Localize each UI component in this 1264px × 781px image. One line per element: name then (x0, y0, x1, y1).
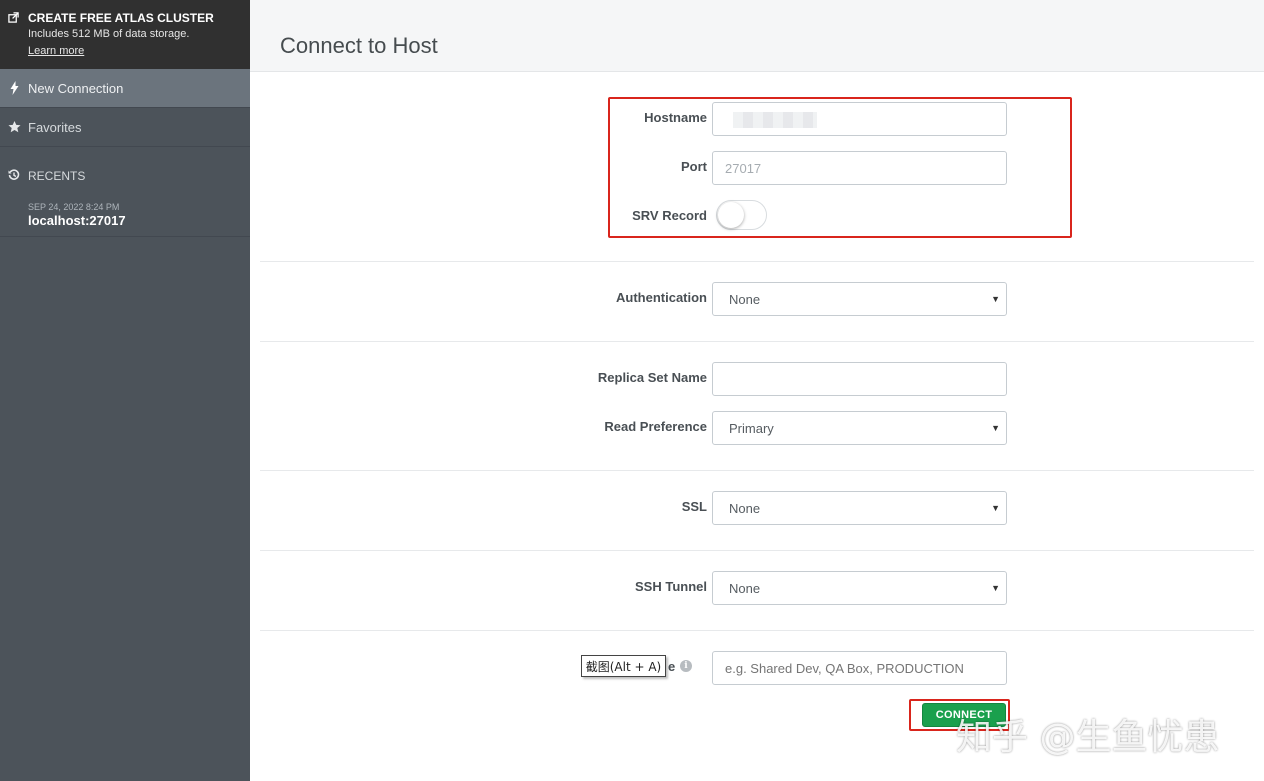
replica-set-label: Replica Set Name (597, 370, 707, 385)
recents-section: RECENTS SEP 24, 2022 8:24 PM localhost:2… (0, 147, 250, 237)
atlas-promo[interactable]: CREATE FREE ATLAS CLUSTER Includes 512 M… (0, 0, 250, 69)
divider (260, 261, 1254, 262)
read-preference-label: Read Preference (604, 419, 707, 434)
caret-down-icon: ▼ (991, 294, 1000, 304)
caret-down-icon: ▼ (991, 583, 1000, 593)
authentication-select[interactable]: None ▼ (712, 282, 1007, 316)
star-icon (8, 120, 21, 133)
ssh-tunnel-select[interactable]: None ▼ (712, 571, 1007, 605)
divider (260, 341, 1254, 342)
caret-down-icon: ▼ (991, 503, 1000, 513)
divider (260, 550, 1254, 551)
toggle-knob (718, 202, 744, 228)
port-input[interactable]: 27017 (712, 151, 1007, 185)
lightning-icon (10, 81, 19, 95)
divider (260, 630, 1254, 631)
ssl-value: None (729, 500, 761, 516)
read-preference-value: Primary (729, 420, 774, 436)
read-preference-select[interactable]: Primary ▼ (712, 411, 1007, 445)
atlas-subtitle: Includes 512 MB of data storage. (28, 28, 190, 40)
ssl-select[interactable]: None ▼ (712, 491, 1007, 525)
nav-favorites[interactable]: Favorites (0, 108, 250, 147)
hostname-redacted (733, 112, 817, 128)
ssh-tunnel-label: SSH Tunnel (635, 579, 707, 594)
connect-button[interactable]: CONNECT (922, 703, 1006, 727)
authentication-label: Authentication (616, 290, 707, 305)
recent-host[interactable]: localhost:27017 (28, 213, 126, 228)
recents-title: RECENTS (28, 169, 86, 183)
nav-favorites-label: Favorites (28, 120, 82, 135)
authentication-value: None (729, 291, 761, 307)
atlas-title[interactable]: CREATE FREE ATLAS CLUSTER (28, 11, 214, 25)
srv-record-toggle[interactable] (716, 200, 767, 230)
replica-set-input[interactable] (712, 362, 1007, 396)
history-icon (8, 169, 20, 180)
port-label: Port (681, 159, 707, 174)
hostname-input[interactable] (712, 102, 1007, 136)
page-title: Connect to Host (280, 33, 438, 58)
sidebar: CREATE FREE ATLAS CLUSTER Includes 512 M… (0, 0, 250, 781)
learn-more-link[interactable]: Learn more (28, 45, 84, 57)
divider (260, 470, 1254, 471)
ssh-tunnel-value: None (729, 580, 761, 596)
nav-new-connection-label: New Connection (28, 81, 124, 96)
hostname-label: Hostname (644, 110, 707, 125)
ssl-label: SSL (681, 499, 707, 514)
recent-date: SEP 24, 2022 8:24 PM (28, 202, 120, 212)
header: Connect to Host (250, 0, 1264, 72)
srv-record-label: SRV Record (632, 208, 707, 223)
main-panel: Connect to Host Hostname Port 27017 SRV … (250, 0, 1264, 781)
nav-new-connection[interactable]: New Connection (0, 69, 250, 108)
caret-down-icon: ▼ (991, 423, 1000, 433)
port-value: 27017 (725, 160, 762, 176)
favorite-name-label: e (668, 659, 676, 674)
external-link-icon (8, 12, 19, 23)
favorite-name-input[interactable] (712, 651, 1007, 685)
screenshot-tooltip: 截图(Alt + A) (581, 655, 666, 677)
info-icon[interactable]: i (680, 660, 692, 672)
